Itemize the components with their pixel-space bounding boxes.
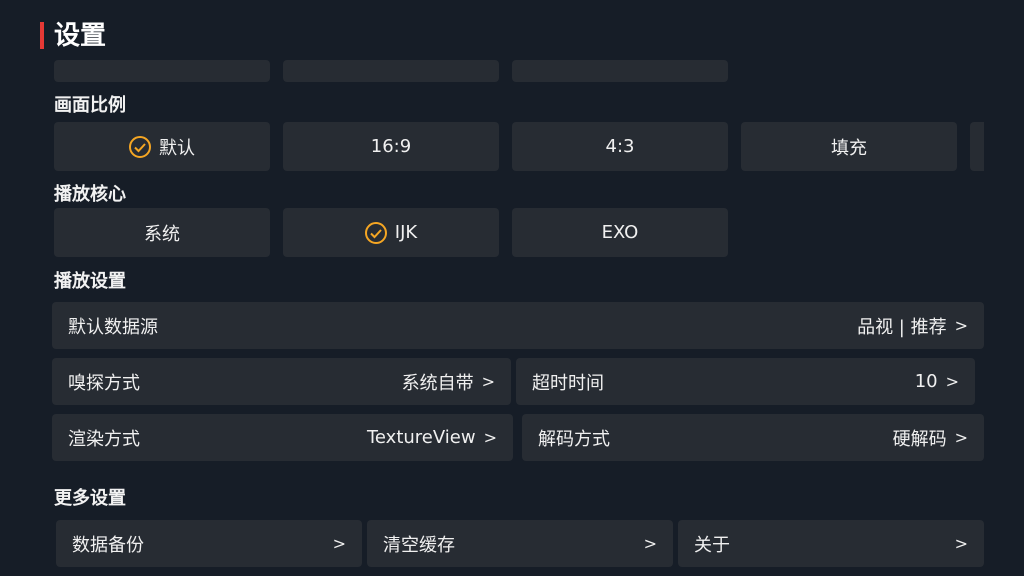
chevron-right-icon: > (945, 372, 959, 391)
aspect-option-label: 16:9 (370, 136, 412, 157)
timeout-label: 超时时间 (532, 372, 604, 394)
sniff-mode-row[interactable]: 嗅探方式 系统自带 > (52, 358, 511, 405)
render-mode-label: 渲染方式 (68, 428, 140, 450)
chevron-right-icon: > (643, 534, 657, 553)
chevron-right-icon: > (954, 534, 968, 553)
timeout-row[interactable]: 超时时间 10 > (516, 358, 975, 405)
core-option-ijk[interactable]: IJK (283, 208, 499, 257)
core-option-label: EXO (601, 222, 639, 243)
title-accent-bar (40, 22, 44, 49)
data-backup-label: 数据备份 (72, 534, 144, 556)
chevron-right-icon: > (481, 372, 495, 391)
scrolled-tile-3[interactable] (512, 60, 728, 82)
render-mode-row[interactable]: 渲染方式 TextureView > (52, 414, 513, 461)
core-option-system[interactable]: 系统 (54, 208, 270, 257)
about-row[interactable]: 关于 > (678, 520, 984, 567)
sniff-mode-label: 嗅探方式 (68, 372, 140, 394)
aspect-option-4-3[interactable]: 4:3 (512, 122, 728, 171)
core-option-label: IJK (394, 222, 418, 243)
clear-cache-row[interactable]: 清空缓存 > (367, 520, 673, 567)
aspect-ratio-label: 画面比例 (54, 95, 126, 116)
timeout-value: 10 (914, 371, 938, 392)
data-backup-row[interactable]: 数据备份 > (56, 520, 362, 567)
more-settings-label: 更多设置 (54, 488, 126, 509)
check-circle-icon (129, 135, 151, 158)
core-option-label: 系统 (144, 223, 180, 245)
aspect-option-default[interactable]: 默认 (54, 122, 270, 171)
aspect-option-label: 4:3 (605, 136, 635, 157)
playback-settings-label: 播放设置 (54, 271, 126, 292)
core-option-exo[interactable]: EXO (512, 208, 728, 257)
default-source-label: 默认数据源 (68, 316, 158, 338)
chevron-right-icon: > (954, 316, 968, 335)
aspect-option-fill[interactable]: 填充 (741, 122, 957, 171)
default-source-row[interactable]: 默认数据源 品视 | 推荐 > (52, 302, 984, 349)
aspect-option-16-9[interactable]: 16:9 (283, 122, 499, 171)
player-core-label: 播放核心 (54, 184, 126, 205)
aspect-option-overflow[interactable] (970, 122, 984, 171)
about-label: 关于 (694, 534, 730, 556)
decode-mode-label: 解码方式 (538, 428, 610, 450)
chevron-right-icon: > (332, 534, 346, 553)
check-circle-icon (364, 221, 387, 244)
aspect-option-label: 填充 (831, 137, 867, 159)
default-source-value: 品视 | 推荐 (857, 316, 947, 338)
sniff-mode-value: 系统自带 (401, 372, 474, 394)
scrolled-tile-2[interactable] (283, 60, 499, 82)
render-mode-value: TextureView (366, 427, 476, 448)
clear-cache-label: 清空缓存 (383, 534, 455, 556)
aspect-option-label: 默认 (159, 137, 195, 159)
scrolled-tile-1[interactable] (54, 60, 270, 82)
decode-mode-row[interactable]: 解码方式 硬解码 > (522, 414, 984, 461)
chevron-right-icon: > (483, 428, 497, 447)
page-title: 设置 (54, 21, 107, 51)
decode-mode-value: 硬解码 (892, 428, 947, 450)
chevron-right-icon: > (954, 428, 968, 447)
